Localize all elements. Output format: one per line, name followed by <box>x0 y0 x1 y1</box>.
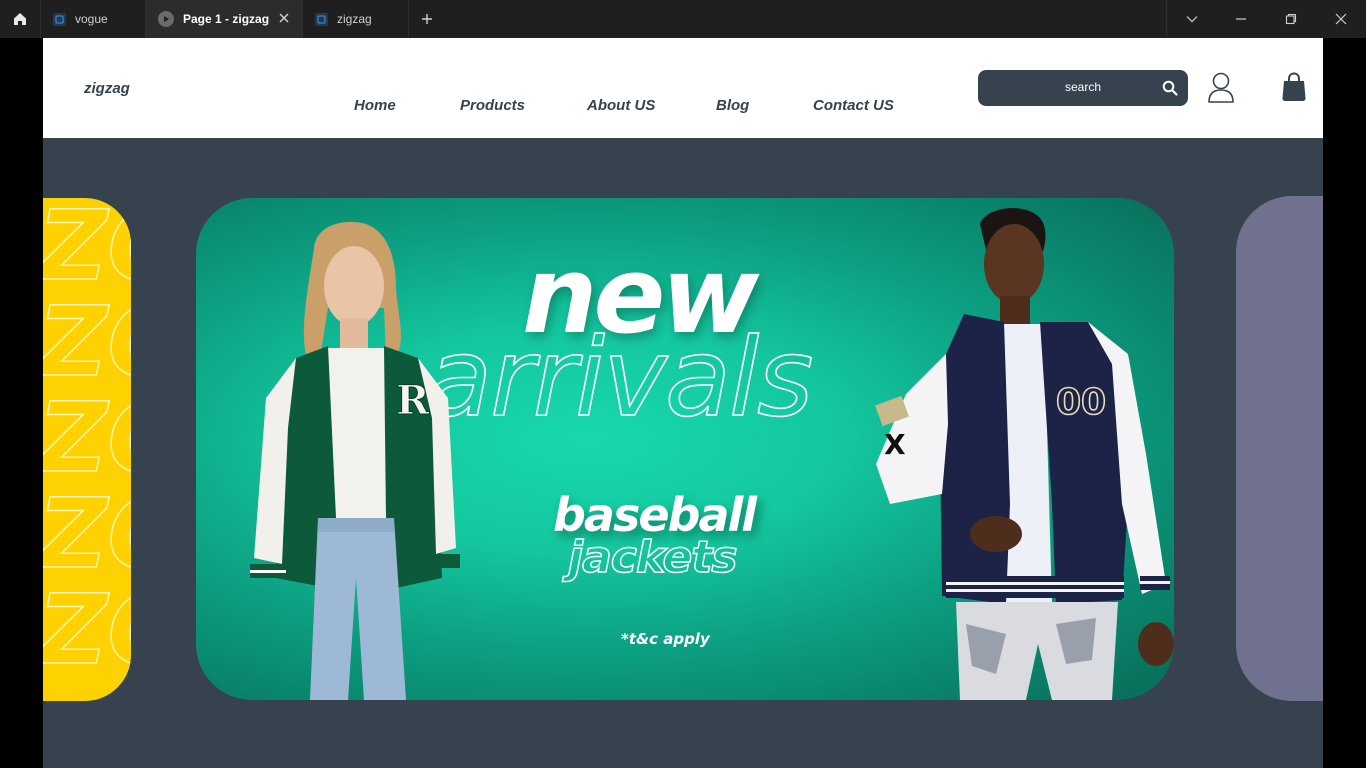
site-header: zigzag Home Products About US Blog Conta… <box>43 38 1323 138</box>
minimize-button[interactable] <box>1216 0 1266 38</box>
previous-slide-banner[interactable]: ZO ZO ZO ZO ZO <box>43 198 131 701</box>
close-icon <box>1335 13 1347 25</box>
male-model-image: 00 X <box>875 207 1174 700</box>
next-slide-banner[interactable] <box>1236 196 1323 701</box>
play-icon <box>158 11 174 27</box>
banner-watermark: ZO <box>43 382 131 494</box>
search-input[interactable]: search <box>978 70 1188 106</box>
nav-home[interactable]: Home <box>354 97 396 114</box>
minimize-icon <box>1236 18 1246 20</box>
svg-text:X: X <box>884 428 906 461</box>
home-icon <box>14 13 26 25</box>
nav-about-us[interactable]: About US <box>587 97 655 114</box>
tab-label: vogue <box>75 12 108 26</box>
prototype-canvas: zigzag Home Products About US Blog Conta… <box>0 38 1366 768</box>
tab-label: Page 1 - zigzag <box>183 12 270 26</box>
banner-watermark: ZO <box>43 478 131 590</box>
svg-text:00: 00 <box>1056 382 1106 423</box>
figma-file-icon <box>53 12 66 26</box>
banner-watermark: ZO <box>43 574 131 686</box>
close-window-button[interactable] <box>1316 0 1366 38</box>
shopping-bag-icon[interactable] <box>1281 72 1307 102</box>
search-icon[interactable] <box>1162 80 1178 96</box>
terms-note: *t&c apply <box>621 630 710 648</box>
search-placeholder: search <box>1064 80 1102 94</box>
banner-watermark: ZO <box>43 286 131 398</box>
tab-label: zigzag <box>337 12 372 26</box>
product-subtitle: jackets <box>567 531 738 584</box>
nav-products[interactable]: Products <box>460 97 525 114</box>
banner-watermark: ZO <box>43 198 131 302</box>
user-account-icon[interactable] <box>1206 72 1236 104</box>
tab-list-dropdown[interactable] <box>1166 0 1216 38</box>
restore-button[interactable] <box>1266 0 1316 38</box>
restore-icon <box>1285 13 1297 25</box>
female-model-image: R <box>250 221 460 700</box>
new-tab-button[interactable] <box>409 0 445 38</box>
page-frame: zigzag Home Products About US Blog Conta… <box>43 38 1323 768</box>
app-title-bar: vogue Page 1 - zigzag zigzag <box>0 0 1366 38</box>
svg-text:R: R <box>396 377 430 424</box>
hero-banner[interactable]: arrivals new R 00 X baseball jackets *t&… <box>196 198 1174 700</box>
site-logo[interactable]: zigzag <box>84 80 130 97</box>
nav-contact-us[interactable]: Contact US <box>813 97 894 114</box>
close-tab-icon[interactable] <box>278 12 290 24</box>
tab-zigzag[interactable]: zigzag <box>303 0 409 38</box>
chevron-down-icon <box>1186 16 1197 23</box>
hero-headline: new <box>522 234 759 357</box>
tab-vogue[interactable]: vogue <box>41 0 146 38</box>
nav-blog[interactable]: Blog <box>716 97 749 114</box>
figma-file-icon <box>315 12 328 26</box>
tab-page-1-zigzag[interactable]: Page 1 - zigzag <box>146 0 303 38</box>
plus-icon <box>422 14 432 24</box>
home-button[interactable] <box>0 0 41 38</box>
